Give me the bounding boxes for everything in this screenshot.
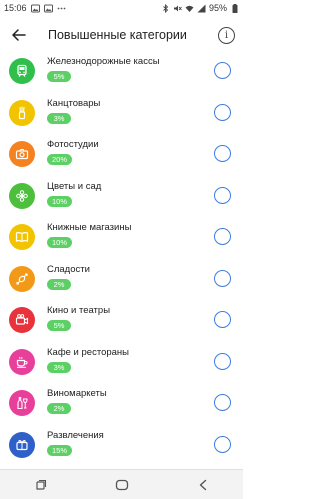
status-left: 15:06: [4, 3, 66, 13]
category-name: Канцтовары: [47, 97, 101, 109]
status-time: 15:06: [4, 3, 27, 13]
recent-apps-button[interactable]: [26, 474, 56, 496]
battery-percent: 95%: [208, 3, 227, 13]
book-icon: [9, 224, 35, 250]
info-button[interactable]: i: [218, 26, 235, 44]
category-name: Кино и театры: [47, 305, 111, 316]
category-name: Цветы и сад: [47, 180, 102, 192]
select-radio[interactable]: [214, 186, 231, 204]
train-icon: [9, 58, 35, 84]
category-row[interactable]: Цветы и сад 10%: [0, 177, 243, 219]
status-bar: 15:06 95%: [0, 0, 243, 16]
status-right: 95%: [161, 3, 239, 13]
select-radio[interactable]: [214, 145, 231, 162]
home-icon: [115, 479, 128, 490]
system-nav-bar: [0, 469, 243, 499]
category-list: Железнодорожные кассы 5% Канцтовары 3% Ф…: [0, 52, 243, 467]
camera-icon: [9, 141, 35, 167]
category-row[interactable]: Книжные магазины 10%: [0, 218, 243, 260]
category-row[interactable]: Фотостудии 20%: [0, 135, 243, 177]
rate-badge: 10%: [47, 195, 73, 207]
page-title: Повышенные категории: [48, 28, 187, 42]
rate-badge: 3%: [47, 112, 71, 124]
wifi-icon: [185, 4, 194, 13]
info-icon: i: [224, 29, 229, 41]
rate-badge: 5%: [47, 320, 71, 331]
select-radio[interactable]: [214, 62, 231, 79]
rate-badge: 10%: [47, 237, 73, 248]
select-radio[interactable]: [214, 435, 231, 453]
select-radio[interactable]: [214, 352, 231, 370]
select-radio[interactable]: [214, 228, 231, 245]
home-button[interactable]: [107, 474, 137, 496]
battery-icon: [230, 3, 239, 13]
pencils-icon: [9, 99, 35, 126]
select-radio[interactable]: [214, 269, 231, 287]
select-radio[interactable]: [214, 394, 231, 411]
category-row[interactable]: Развлечения 15%: [0, 426, 243, 468]
flower-icon: [9, 182, 35, 209]
category-name: Сладости: [47, 263, 90, 275]
app-header: Повышенные категории i: [0, 16, 243, 54]
category-row[interactable]: Железнодорожные кассы 5%: [0, 52, 243, 94]
back-icon: [199, 479, 206, 490]
select-radio[interactable]: [214, 311, 231, 328]
select-radio[interactable]: [214, 103, 231, 121]
image-icon: [43, 4, 53, 13]
bluetooth-icon: [161, 3, 170, 13]
system-back-button[interactable]: [188, 474, 218, 496]
more-dots-icon: [57, 4, 66, 13]
category-row[interactable]: Кино и театры 5%: [0, 301, 243, 343]
back-button[interactable]: [8, 24, 30, 46]
category-name: Фотостудии: [47, 139, 99, 150]
coffee-cup-icon: [9, 348, 35, 375]
rate-badge: 5%: [47, 71, 71, 82]
rate-badge: 20%: [47, 154, 73, 165]
entertainment-icon: [9, 431, 35, 458]
rate-badge: 2%: [47, 278, 71, 290]
category-row[interactable]: Кафе и рестораны 3%: [0, 343, 243, 385]
mute-icon: [173, 4, 182, 13]
rate-badge: 3%: [47, 361, 71, 373]
rate-badge: 15%: [47, 444, 73, 456]
candy-icon: [9, 265, 35, 292]
category-row[interactable]: Виномаркеты 2%: [0, 384, 243, 426]
category-name: Развлечения: [47, 429, 104, 441]
category-name: Кафе и рестораны: [47, 346, 129, 358]
cinema-icon: [9, 307, 35, 333]
category-row[interactable]: Канцтовары 3%: [0, 94, 243, 136]
category-name: Книжные магазины: [47, 222, 132, 233]
category-name: Железнодорожные кассы: [47, 56, 160, 67]
signal-icon: [197, 4, 206, 13]
image-icon: [30, 4, 40, 13]
category-row[interactable]: Сладости 2%: [0, 260, 243, 302]
category-name: Виномаркеты: [47, 388, 107, 399]
arrow-left-icon: [12, 29, 26, 41]
wine-bottle-icon: [9, 390, 35, 416]
rate-badge: 2%: [47, 403, 71, 414]
recent-apps-icon: [35, 479, 46, 490]
